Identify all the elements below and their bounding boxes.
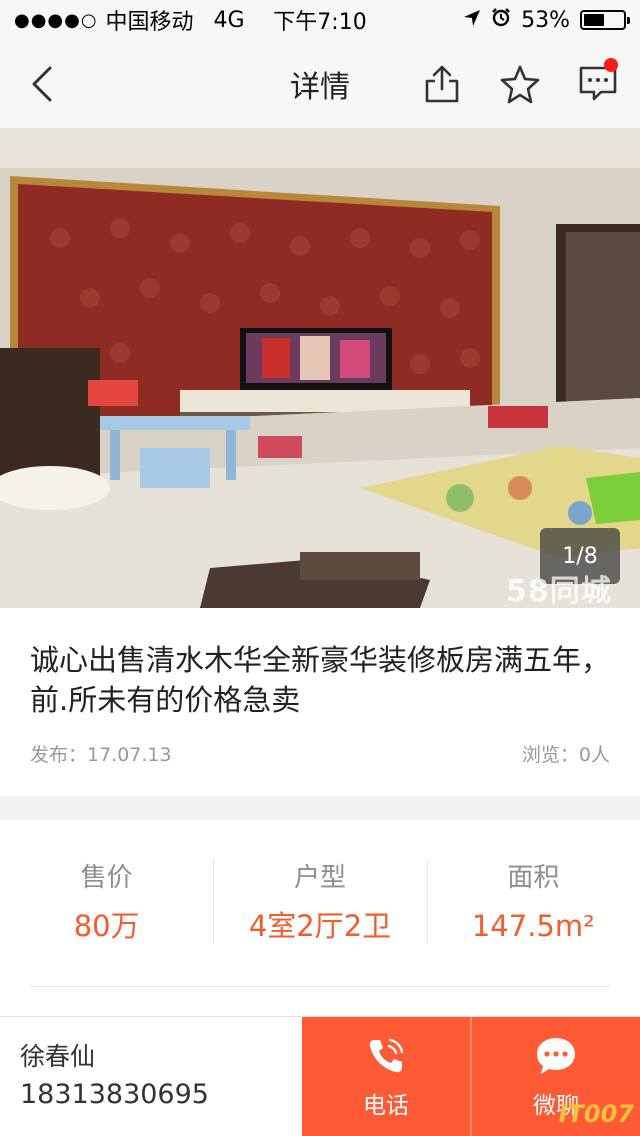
share-icon <box>425 65 459 103</box>
signal-icon: ●●●●○ <box>14 9 98 31</box>
favorite-button[interactable] <box>494 58 546 110</box>
battery-icon <box>580 10 630 30</box>
status-bar: ●●●●○ 中国移动 4G 下午7:10 53% <box>0 0 640 40</box>
watermark-logo: 58同城 <box>506 574 612 609</box>
area-value: 147.5m² <box>471 909 595 943</box>
message-button[interactable] <box>572 58 624 110</box>
contact-phone: 18313830695 <box>20 1079 209 1110</box>
contact-info: 徐春仙 18313830695 <box>0 1017 302 1136</box>
corner-watermark: IT007 <box>558 1100 634 1128</box>
nav-bar: 详情 <box>0 40 640 128</box>
section-divider <box>30 986 610 987</box>
status-right: 53% <box>463 7 630 33</box>
price-label: 售价 <box>80 863 133 893</box>
publish-date: 发布：17.07.13 <box>30 744 172 766</box>
carrier-label: 中国移动 <box>105 10 194 35</box>
price-value: 80万 <box>73 909 140 943</box>
battery-percent: 53% <box>521 7 570 33</box>
layout-value: 4室2厅2卫 <box>248 909 392 943</box>
listing-title: 诚心出售清水木华全新豪华装修板房满五年，前.所未有的价格急卖 <box>30 643 611 717</box>
contact-name: 徐春仙 <box>20 1042 96 1071</box>
bottom-action-bar: 徐春仙 18313830695 电话 微聊 IT007 <box>0 1016 640 1136</box>
network-label: 4G <box>213 7 245 33</box>
call-label: 电话 <box>363 1093 409 1119</box>
back-button[interactable] <box>22 62 62 106</box>
listing-meta: 发布：17.07.13 浏览：0人 <box>30 740 610 767</box>
price-cell: 售价 80万 <box>0 860 213 964</box>
layout-label: 户型 <box>293 863 346 893</box>
share-button[interactable] <box>416 58 468 110</box>
notification-dot <box>604 58 618 72</box>
chevron-left-icon <box>32 66 52 102</box>
area-label: 面积 <box>507 863 560 893</box>
listing-title-card: 诚心出售清水木华全新豪华装修板房满五年，前.所未有的价格急卖 发布：17.07.… <box>0 608 640 796</box>
area-cell: 面积 147.5m² <box>426 860 640 964</box>
view-count: 浏览：0人 <box>521 744 610 766</box>
key-info-grid: 售价 80万 户型 4室2厅2卫 面积 147.5m² <box>0 860 640 964</box>
star-icon <box>500 65 540 104</box>
call-button[interactable]: 电话 <box>302 1017 470 1136</box>
phone-icon <box>369 1038 404 1073</box>
status-left: ●●●●○ 中国移动 4G <box>14 4 245 36</box>
alarm-icon <box>491 7 511 33</box>
layout-cell: 户型 4室2厅2卫 <box>213 860 426 964</box>
nav-actions <box>416 58 624 110</box>
location-icon <box>463 8 481 33</box>
chat-icon <box>537 1038 575 1074</box>
